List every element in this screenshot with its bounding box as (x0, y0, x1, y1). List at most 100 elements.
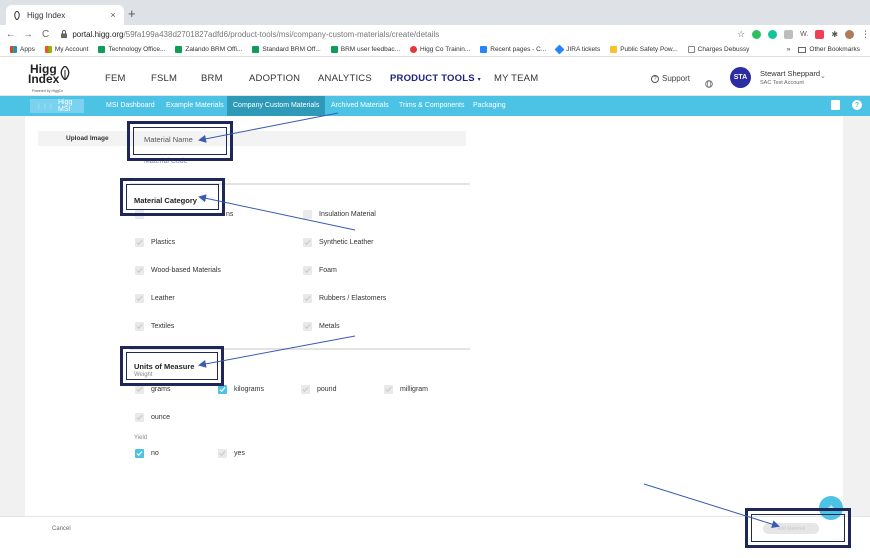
higg-training-icon (410, 46, 418, 53)
bookmark-folder-icon (610, 46, 618, 53)
nav-analytics[interactable]: ANALYTICS (318, 73, 372, 84)
category-checkbox[interactable] (135, 322, 144, 331)
bookmark-technology-office[interactable]: Technology Office... (98, 46, 165, 53)
nav-fem[interactable]: FEM (105, 73, 126, 84)
bookmark-public-safety[interactable]: Public Safety Pow... (610, 46, 678, 53)
user-avatar[interactable]: STA (730, 67, 751, 88)
new-tab-icon[interactable]: + (128, 7, 136, 21)
grammarly-ext-icon[interactable] (768, 29, 778, 39)
tab-title: Higg Index (27, 10, 66, 20)
msi-subnav: ⋮⋮⋮ Higg MSI MSI Dashboard Example Mater… (0, 96, 870, 116)
category-checkbox[interactable] (303, 266, 312, 275)
user-name[interactable]: Stewart Sheppard (760, 69, 820, 78)
back-icon[interactable]: ← (4, 29, 17, 40)
category-checkbox[interactable] (135, 266, 144, 275)
cancel-button[interactable]: Cancel (52, 526, 71, 532)
bookmark-my-account[interactable]: My Account (44, 46, 88, 53)
sheets-icon (252, 46, 260, 53)
nav-adoption[interactable]: ADOPTION (249, 73, 300, 84)
subnav-company-custom-materials[interactable]: Company Custom Materials (227, 96, 326, 116)
bookmark-standard-brm[interactable]: Standard BRM Off... (252, 46, 321, 53)
weight-unit-checkbox[interactable] (301, 385, 310, 394)
bookmark-charges-debussy[interactable]: Charges Debussy (687, 46, 749, 53)
bookmark-recent-pages[interactable]: Recent pages - C... (480, 46, 546, 53)
higg-msi-brand[interactable]: ⋮⋮⋮ Higg MSI (30, 99, 84, 113)
browser-tab[interactable]: Higg Index × (6, 5, 124, 25)
callout-inner (751, 514, 845, 542)
grid-icon: ⋮⋮⋮ (36, 103, 54, 110)
user-menu-chevron-icon[interactable]: ⌄ (820, 72, 826, 80)
bookmark-jira[interactable]: JIRA tickets (554, 44, 600, 55)
category-checkbox[interactable] (135, 238, 144, 247)
sheets-icon (98, 46, 106, 53)
pocket-ext-icon[interactable] (815, 29, 825, 39)
apps-grid-icon (10, 46, 17, 53)
tab-close-icon[interactable]: × (108, 10, 118, 20)
ext-icon[interactable] (784, 29, 794, 39)
excel-icon[interactable] (831, 100, 840, 110)
weight-unit-label: milligram (400, 386, 428, 393)
weight-unit-checkbox[interactable] (135, 385, 144, 394)
address-bar[interactable]: portal.higg.org/59fa199a438d2701827adfd6… (60, 27, 723, 41)
category-checkbox[interactable] (135, 294, 144, 303)
bookmark-brm-feedback[interactable]: BRM user feedbac... (330, 46, 400, 53)
help-icon[interactable]: ? (852, 100, 862, 110)
forward-icon[interactable]: → (21, 29, 34, 40)
subnav-msi-dashboard[interactable]: MSI Dashboard (106, 102, 155, 109)
microsoft-icon (44, 46, 52, 53)
profile-avatar-icon[interactable] (845, 29, 855, 39)
subnav-trims-components[interactable]: Trims & Components (399, 102, 464, 109)
browser-tabstrip: Higg Index × + (0, 0, 870, 25)
callout-inner (126, 352, 218, 380)
leaf-icon (60, 65, 70, 85)
star-icon[interactable]: ☆ (737, 29, 745, 40)
subnav-packaging[interactable]: Packaging (473, 102, 506, 109)
higg-index-logo[interactable]: Higg Index Powered by HiggCo (26, 62, 74, 94)
category-label: Leather (151, 295, 175, 302)
higg-leaf-icon (12, 10, 21, 20)
weight-unit-checkbox[interactable] (135, 413, 144, 422)
browser-toolbar: ← → C portal.higg.org/59fa199a438d270182… (0, 25, 870, 43)
form-footer (0, 516, 870, 558)
evernote-ext-icon[interactable] (752, 29, 762, 39)
nav-my-team[interactable]: MY TEAM (494, 73, 538, 84)
support-link[interactable]: ? Support (651, 74, 690, 83)
ext-label[interactable]: W. (800, 31, 808, 38)
category-checkbox[interactable] (303, 322, 312, 331)
category-label: Insulation Material (319, 211, 376, 218)
other-bookmarks[interactable]: Other Bookmarks (798, 46, 860, 53)
confluence-icon (480, 46, 488, 53)
yield-checkbox[interactable] (218, 449, 227, 458)
weight-unit-checkbox[interactable] (218, 385, 227, 394)
nav-product-tools[interactable]: PRODUCT TOOLS ▾ (390, 73, 481, 84)
reload-icon[interactable]: C (39, 29, 52, 40)
material-form-card (25, 116, 843, 516)
nav-fslm[interactable]: FSLM (151, 73, 177, 84)
category-label: Textiles (151, 323, 175, 330)
caret-down-icon: ▾ (477, 77, 481, 83)
category-checkbox[interactable] (303, 238, 312, 247)
weight-unit-checkbox[interactable] (384, 385, 393, 394)
weight-unit-label: kilograms (234, 386, 264, 393)
callout-inner (126, 184, 219, 210)
subnav-example-materials[interactable]: Example Materials (166, 102, 224, 109)
lock-icon (60, 30, 68, 38)
category-label: Metals (319, 323, 340, 330)
nav-brm[interactable]: BRM (201, 73, 223, 84)
subnav-archived-materials[interactable]: Archived Materials (331, 102, 389, 109)
document-icon (687, 46, 695, 53)
globe-icon[interactable] (705, 75, 713, 93)
more-bookmarks-icon[interactable]: » (787, 46, 791, 53)
yield-checkbox[interactable] (135, 449, 144, 458)
url-path: /59fa199a438d2701827adfd6/product-tools/… (123, 29, 440, 39)
menu-dots-icon[interactable]: ⋮ (861, 29, 870, 40)
category-checkbox[interactable] (303, 294, 312, 303)
category-checkbox[interactable] (303, 210, 312, 219)
puzzle-icon[interactable]: ✱ (831, 30, 838, 39)
bookmark-higg-training[interactable]: Higg Co Trainin... (410, 46, 470, 53)
yield-option-label: no (151, 450, 159, 457)
bookmark-zalando-brm[interactable]: Zalando BRM Offi... (175, 46, 242, 53)
url-host: portal.higg.org (72, 29, 124, 39)
upload-image-label: Upload Image (66, 135, 109, 142)
bookmark-apps[interactable]: Apps (10, 46, 35, 53)
